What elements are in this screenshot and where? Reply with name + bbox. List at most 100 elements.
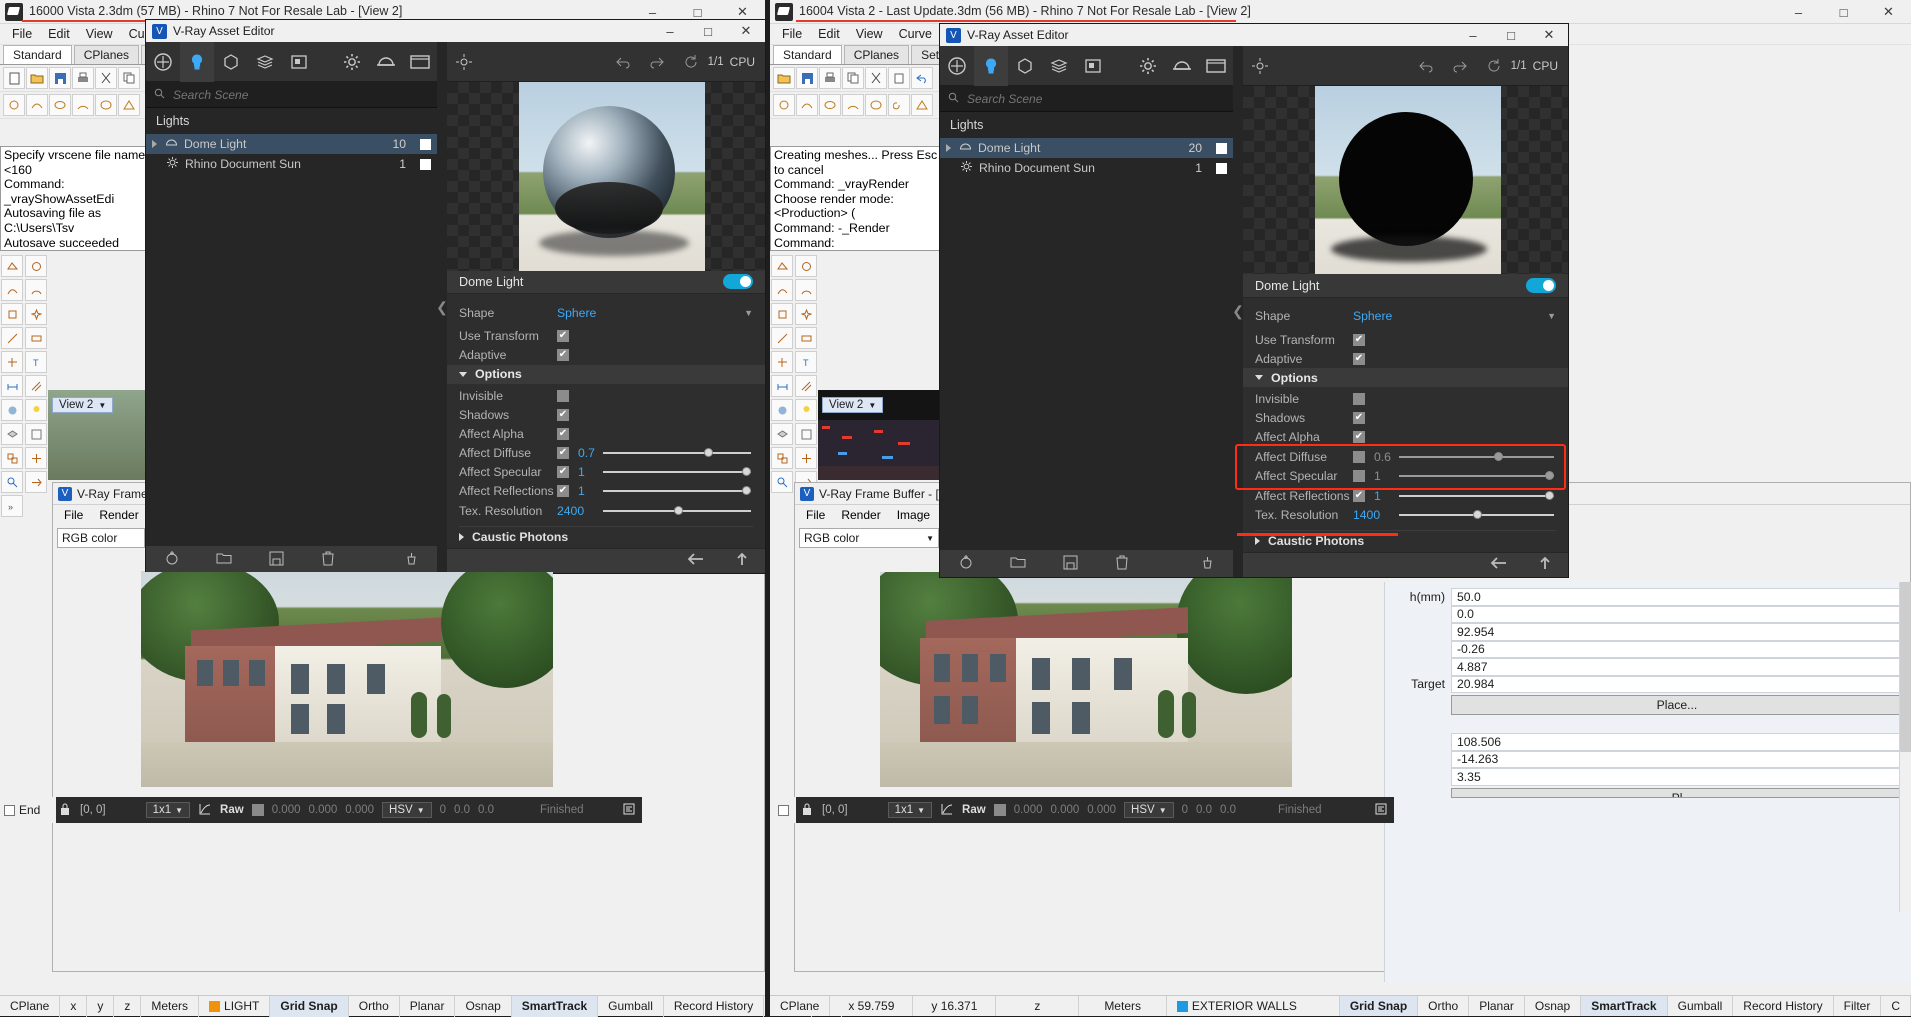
vfb-mode-left[interactable]: Raw [220, 804, 244, 816]
prop-row-affect-alpha-right[interactable]: Affect Alpha [1243, 428, 1568, 447]
caustic-photons-section-left[interactable]: Caustic Photons [447, 527, 765, 548]
status-units-right[interactable]: Meters [1079, 995, 1167, 1016]
tool-arc2-icon[interactable] [795, 279, 817, 301]
prop-value-tex-resolution-left[interactable]: 2400 [557, 504, 603, 518]
menu-view[interactable]: View [78, 25, 121, 43]
tool-layer-icon[interactable] [1, 423, 23, 445]
prop-row-use-transform-left[interactable]: Use Transform [447, 327, 765, 346]
asset-footer-right[interactable] [940, 549, 1233, 577]
prop-value-5[interactable]: 4.887 [1451, 658, 1903, 676]
prop-value-affect-diffuse-right[interactable]: 0.6 [1365, 450, 1399, 464]
vfb-zoom-right[interactable]: 1x1 ▼ [887, 802, 933, 818]
prop-row-tex-resolution-right[interactable]: Tex. Resolution 1400 [1243, 505, 1568, 524]
prop-value-affect-reflections-right[interactable]: 1 [1365, 489, 1399, 503]
prop-value-b1[interactable]: 108.506 [1451, 733, 1903, 751]
prop-row-2[interactable]: 0.0 [1389, 605, 1903, 623]
prop-row-3[interactable]: 92.954 [1389, 623, 1903, 641]
prop-value-tex-resolution-right[interactable]: 1400 [1353, 508, 1399, 522]
search-scene-right[interactable] [940, 86, 1233, 112]
prop-value-2[interactable]: 0.0 [1451, 605, 1903, 623]
prop-row-use-transform-right[interactable]: Use Transform [1243, 330, 1568, 349]
textures-icon[interactable] [1042, 46, 1076, 86]
save-asset-icon[interactable] [1044, 555, 1096, 573]
prop-row-5[interactable]: 4.887 [1389, 658, 1903, 676]
add-asset-icon[interactable] [940, 554, 992, 573]
vfb-pixel-lock-icon[interactable] [58, 801, 72, 820]
properties-panel-right[interactable]: h(mm) 50.0 0.0 92.954 -0.26 4.887 Target… [1384, 582, 1911, 982]
status-gumball-left[interactable]: Gumball [598, 995, 664, 1017]
prop-row-shape-right[interactable]: Shape Sphere ▼ [1243, 307, 1568, 326]
vfb-channel-select-left[interactable]: RGB color [57, 528, 145, 548]
light-item-sun-right[interactable]: Rhino Document Sun 1 [940, 158, 1233, 178]
light-item-dome-right[interactable]: Dome Light 20 [940, 138, 1233, 158]
minimize-icon[interactable]: – [1776, 0, 1821, 24]
prop-checkbox-affect-specular-left[interactable] [557, 466, 569, 479]
prop-row-affect-reflections-right[interactable]: Affect Reflections 1 [1243, 486, 1568, 505]
prop-checkbox-affect-diffuse-right[interactable] [1353, 450, 1365, 463]
new-file-icon[interactable] [3, 67, 25, 89]
titlebar-right[interactable]: 16004 Vista 2 - Last Update.3dm (56 MB) … [770, 0, 1911, 24]
lights-icon[interactable] [974, 45, 1008, 86]
render-elements-icon[interactable] [1076, 46, 1110, 86]
status-ortho-right[interactable]: Ortho [1418, 995, 1470, 1016]
prop-footer-left[interactable] [447, 547, 765, 573]
spiral-icon[interactable] [888, 94, 910, 116]
poly-icon[interactable] [911, 94, 933, 116]
maximize-icon[interactable]: □ [689, 20, 727, 42]
status-filter-right[interactable]: Filter [1834, 995, 1882, 1016]
maximize-icon[interactable]: □ [1492, 24, 1530, 46]
ellipse-icon[interactable] [865, 94, 887, 116]
delete-asset-icon[interactable] [302, 551, 354, 569]
add-asset-icon[interactable] [146, 550, 198, 569]
vray-titlebar-right[interactable]: V V-Ray Asset Editor – □ ✕ [940, 24, 1568, 46]
search-input-left[interactable] [171, 86, 426, 103]
vfb-colorspace-left[interactable]: HSV ▼ [382, 802, 432, 818]
chevron-down-icon[interactable]: ▼ [917, 806, 925, 815]
light-enable-checkbox-dome-left[interactable] [420, 138, 431, 150]
tool-curve2-icon[interactable] [771, 279, 793, 301]
prop-row-affect-diffuse-left[interactable]: Affect Diffuse 0.7 [447, 444, 765, 463]
menu-view[interactable]: View [848, 25, 891, 43]
vfb-channel-select-right[interactable]: RGB color ▼ [799, 528, 939, 548]
vfb-statusbar-right[interactable]: [0, 0] 1x1 ▼ Raw 0.000 0.000 0.000 HSV ▼… [794, 797, 1394, 823]
lights-icon[interactable] [180, 41, 214, 82]
save-asset-icon[interactable] [250, 551, 302, 569]
vfb-curve-icon[interactable] [940, 802, 954, 819]
prop-slider-affect-reflections-left[interactable] [603, 485, 751, 497]
command-history-left[interactable]: Specify vrscene file name <160 Command: … [0, 146, 150, 251]
undo-icon[interactable] [606, 42, 640, 82]
tool-box-icon[interactable] [771, 255, 793, 277]
light-enable-checkbox-dome-right[interactable] [1216, 142, 1227, 154]
toolbar-tabs-right[interactable]: Standard CPlanes Set View [770, 45, 979, 65]
tool-group-icon[interactable] [1, 447, 23, 469]
prop-checkbox-use-transform-right[interactable] [1353, 333, 1365, 346]
prop-row-invisible-right[interactable]: Invisible [1243, 390, 1568, 409]
prop-row-affect-alpha-left[interactable]: Affect Alpha [447, 424, 765, 443]
refresh-icon[interactable] [1477, 46, 1511, 86]
refresh-icon[interactable] [674, 42, 708, 82]
vfb-colorspace-right[interactable]: HSV ▼ [1124, 802, 1174, 818]
vfb-menu-file[interactable]: File [799, 507, 832, 523]
light-item-sun-left[interactable]: Rhino Document Sun 1 [146, 154, 437, 174]
tool-line-icon[interactable] [771, 327, 793, 349]
prop-slider-tex-resolution-left[interactable] [603, 505, 751, 517]
prop-value-b3[interactable]: 3.35 [1451, 768, 1903, 786]
render-button-icon[interactable] [1165, 46, 1199, 86]
preview-toolbar-right[interactable]: 1/1 CPU [1243, 46, 1568, 86]
prop-row-shadows-right[interactable]: Shadows [1243, 409, 1568, 428]
vray-titlebar-left[interactable]: V V-Ray Asset Editor – □ ✕ [146, 20, 765, 42]
prop-footer-right[interactable] [1243, 551, 1568, 577]
prop-value-4[interactable]: -0.26 [1451, 640, 1903, 658]
status-planar-right[interactable]: Planar [1469, 995, 1525, 1016]
light-enable-checkbox-sun-left[interactable] [420, 158, 431, 170]
materials-icon[interactable] [940, 46, 974, 86]
light-enabled-toggle-right[interactable] [1526, 278, 1556, 294]
menu-file[interactable]: File [4, 25, 40, 43]
prop-slider-affect-specular-right[interactable] [1399, 470, 1554, 482]
delete-asset-icon[interactable] [1096, 555, 1148, 573]
status-osnap-right[interactable]: Osnap [1525, 995, 1582, 1016]
end-checkbox-left[interactable] [4, 804, 15, 816]
prop-value-shape-left[interactable]: Sphere [557, 306, 744, 320]
status-units-left[interactable]: Meters [141, 995, 200, 1017]
textures-icon[interactable] [248, 42, 282, 82]
